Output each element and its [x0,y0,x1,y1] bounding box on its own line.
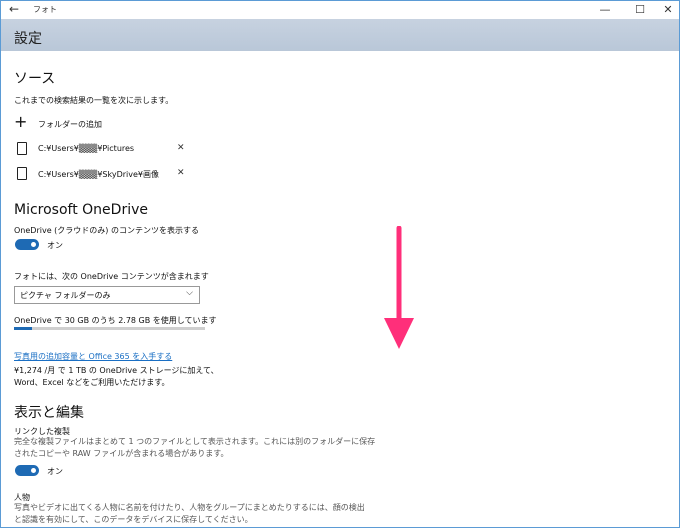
upgrade-description-1: ¥1,274 /月 で 1 TB の OneDrive ストレージに加えて、 [14,366,219,375]
sources-description: これまでの検索結果の一覧を次に示します。 [14,96,174,105]
title-bar: ← フォト — ☐ ✕ [1,1,679,19]
display-edit-heading: 表示と編集 [14,405,84,421]
tablet-icon [17,142,27,155]
close-button[interactable]: ✕ [653,1,679,19]
onedrive-content-dropdown[interactable]: ピクチャ フォルダーのみ ⌵ [14,286,200,304]
linked-duplicates-toggle[interactable] [15,465,39,476]
onedrive-show-label: OneDrive (クラウドのみ) のコンテンツを表示する [14,226,199,235]
linked-duplicates-desc-2: されたコピーや RAW ファイルが含まれる場合があります。 [14,449,229,458]
scroll-down-arrow-annotation [384,226,414,349]
sources-heading: ソース [14,71,56,87]
back-arrow-icon[interactable]: ← [9,2,19,16]
storage-usage-bar [14,327,205,330]
plus-icon: + [14,112,28,131]
maximize-button[interactable]: ☐ [625,1,655,19]
people-desc-1: 写真やビデオに出てくる人物に名前を付けたり、人物をグループにまとめたりするには、… [14,503,365,512]
onedrive-usage-text: OneDrive で 30 GB のうち 2.78 GB を使用しています [14,316,217,325]
upgrade-description-2: Word、Excel などをご利用いただけます。 [14,378,170,387]
minimize-button[interactable]: — [590,1,620,19]
linked-duplicates-state: オン [47,467,63,476]
folder-path: C:¥Users¥▒▒▒¥Pictures [38,144,135,153]
page-header: 設定 [1,19,679,51]
folder-path: C:¥Users¥▒▒▒¥SkyDrive¥画像 [38,170,159,179]
dropdown-value: ピクチャ フォルダーのみ [20,291,111,300]
add-folder-label: フォルダーの追加 [38,120,102,129]
remove-folder-close-icon[interactable]: ✕ [177,143,185,153]
page-title: 設定 [14,31,42,47]
people-desc-2: と認識を有効にして、このデータをデバイスに保存してください。 [14,515,253,524]
tablet-icon [17,167,27,180]
onedrive-heading: Microsoft OneDrive [14,202,148,218]
settings-window: ← フォト — ☐ ✕ 設定 ソース これまでの検索結果の一覧を次に示します。 … [0,0,680,528]
upgrade-link[interactable]: 写真用の追加容量と Office 365 を入手する [14,351,172,362]
onedrive-include-label: フォトには、次の OneDrive コンテンツが含まれます [14,272,209,281]
chevron-down-icon: ⌵ [186,288,193,298]
onedrive-toggle-state: オン [47,241,63,250]
remove-folder-close-icon[interactable]: ✕ [177,168,185,178]
storage-usage-fill [14,327,32,330]
linked-duplicates-desc-1: 完全な複製ファイルはまとめて 1 つのファイルとして表示されます。これには別のフ… [14,437,376,446]
window-title: フォト [33,5,57,14]
onedrive-toggle[interactable] [15,239,39,250]
